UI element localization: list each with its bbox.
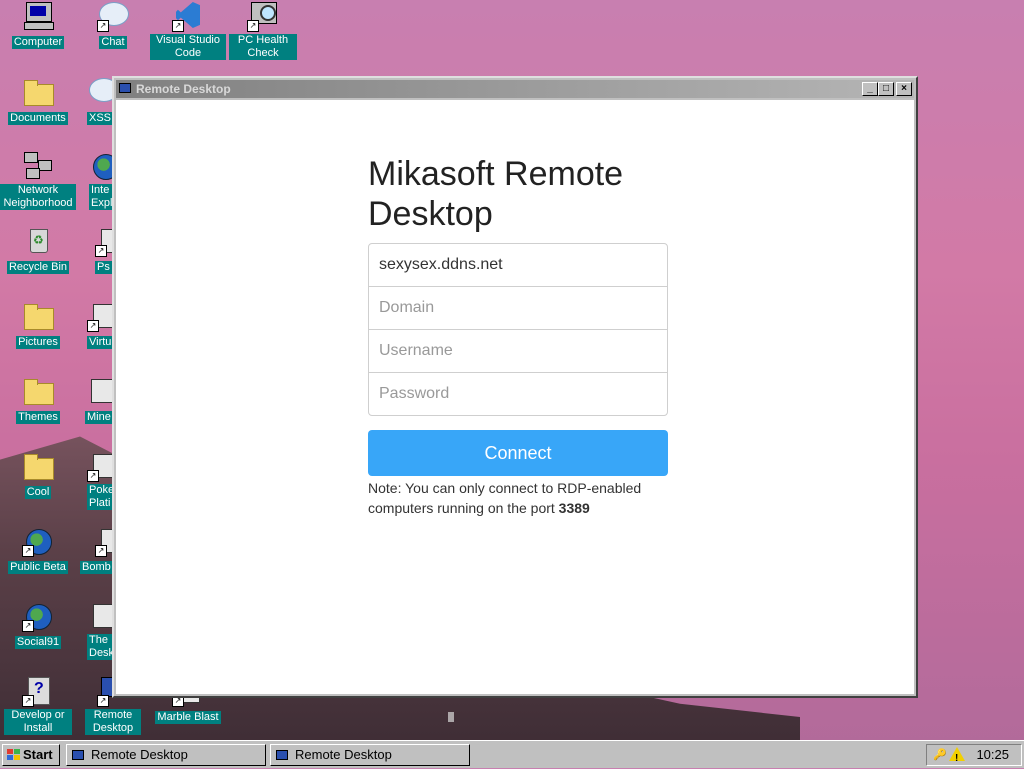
vscode-icon: ↗ <box>172 0 204 32</box>
clock[interactable]: 10:25 <box>976 745 1009 765</box>
network-icon <box>22 150 54 182</box>
note-text: Note: You can only connect to RDP-enable… <box>368 480 642 516</box>
desktop-icon-label: Pictures <box>16 336 60 349</box>
password-field[interactable] <box>368 372 668 416</box>
taskbar-item-label: Remote Desktop <box>91 747 188 762</box>
window-client-area: Mikasoft Remote Desktop Connect Note: Yo… <box>116 100 914 694</box>
chat-icon: ↗ <box>97 0 129 32</box>
desktop-icon-label: PC Health Check <box>229 34 297 60</box>
key-icon[interactable]: 🔑 <box>933 749 947 761</box>
desktop-icon-social91[interactable]: ↗ Social91 <box>0 600 76 650</box>
remote-desktop-icon <box>275 749 289 761</box>
desktop-icon-pc-health-check[interactable]: ↗ PC Health Check <box>225 0 301 61</box>
desktop-icon-chat[interactable]: ↗ Chat <box>75 0 151 50</box>
folder-icon <box>22 300 54 332</box>
system-tray: 🔑 10:25 <box>926 744 1022 769</box>
taskbar-item-remote-desktop[interactable]: Remote Desktop <box>270 744 470 766</box>
close-button[interactable]: × <box>896 82 912 96</box>
host-field[interactable] <box>368 243 668 287</box>
desktop-icon-label: Themes <box>16 411 60 424</box>
remote-desktop-icon <box>118 82 132 95</box>
desktop-icon-label: Public Beta <box>8 561 68 574</box>
pc-health-check-icon: ↗ <box>247 0 279 32</box>
help-icon: ↗ <box>22 675 54 707</box>
start-label: Start <box>23 747 53 762</box>
taskbar-item-label: Remote Desktop <box>295 747 392 762</box>
folder-icon <box>22 450 54 482</box>
desktop-icon-label: Ps <box>95 261 112 274</box>
desktop-icon-pictures[interactable]: Pictures <box>0 300 76 350</box>
desktop-icon-label: XSS <box>87 112 114 125</box>
desktop-icon-visual-studio-code[interactable]: ↗ Visual Studio Code <box>150 0 226 61</box>
folder-icon <box>22 375 54 407</box>
desktop-icon-label: Network Neighborhood <box>0 184 76 210</box>
minimize-button[interactable]: _ <box>862 82 878 96</box>
desktop-icon-label: Chat <box>99 36 127 49</box>
computer-icon <box>22 0 54 32</box>
desktop-icon-label: Mine <box>85 411 113 424</box>
desktop-icon-documents[interactable]: Documents <box>0 76 76 126</box>
port-note: Note: You can only connect to RDP-enable… <box>368 478 688 518</box>
recycle-bin-icon <box>22 225 54 257</box>
warning-icon[interactable] <box>949 747 965 769</box>
username-field[interactable] <box>368 329 668 373</box>
note-port: 3389 <box>558 500 590 516</box>
desktop-icon-develop-or-install[interactable]: ↗ Develop or Install <box>0 675 76 736</box>
desktop-icon-label: Computer <box>11 36 65 49</box>
desktop-icon-cool[interactable]: Cool <box>0 450 76 500</box>
login-form <box>368 243 668 416</box>
folder-icon <box>22 76 54 108</box>
windows-flag-icon <box>7 749 21 761</box>
desktop-icon-label: Virtu <box>87 336 114 349</box>
desktop-icon-label: Cool <box>24 486 52 499</box>
globe-icon: ↗ <box>22 600 54 632</box>
desktop-icon-label: Marble Blast <box>155 711 221 724</box>
desktop-icon-public-beta[interactable]: ↗ Public Beta <box>0 525 76 575</box>
domain-field[interactable] <box>368 286 668 330</box>
desktop-marker <box>448 712 454 722</box>
connect-button[interactable]: Connect <box>368 430 668 476</box>
maximize-button[interactable]: □ <box>878 82 894 96</box>
desktop-icon-computer[interactable]: Computer <box>0 0 76 50</box>
taskbar-item-remote-desktop[interactable]: Remote Desktop <box>66 744 266 766</box>
page-title: Mikasoft Remote Desktop <box>368 155 624 233</box>
desktop-icon-label: Develop or Install <box>4 709 72 735</box>
desktop-icon-label: Remote Desktop <box>85 709 141 735</box>
globe-icon: ↗ <box>22 525 54 557</box>
desktop-icon-themes[interactable]: Themes <box>0 375 76 425</box>
desktop-icon-label: Recycle Bin <box>6 261 70 274</box>
desktop-icon-recycle-bin[interactable]: Recycle Bin <box>0 225 76 275</box>
desktop-icon-network-neighborhood[interactable]: Network Neighborhood <box>0 150 76 211</box>
desktop-icon-label: Visual Studio Code <box>150 34 226 60</box>
desktop-icon-label: Documents <box>8 112 68 125</box>
desktop-icon-label: Bomb <box>80 561 113 574</box>
start-button[interactable]: Start <box>2 744 60 766</box>
desktop-icon-label: Social91 <box>14 636 62 649</box>
taskbar: Start Remote Desktop Remote Desktop 🔑 10… <box>0 740 1024 769</box>
remote-desktop-window[interactable]: Remote Desktop _ □ × Mikasoft Remote Des… <box>112 76 918 698</box>
remote-desktop-icon <box>71 749 85 761</box>
window-title: Remote Desktop <box>136 82 231 96</box>
window-titlebar[interactable]: Remote Desktop _ □ × <box>116 80 914 98</box>
